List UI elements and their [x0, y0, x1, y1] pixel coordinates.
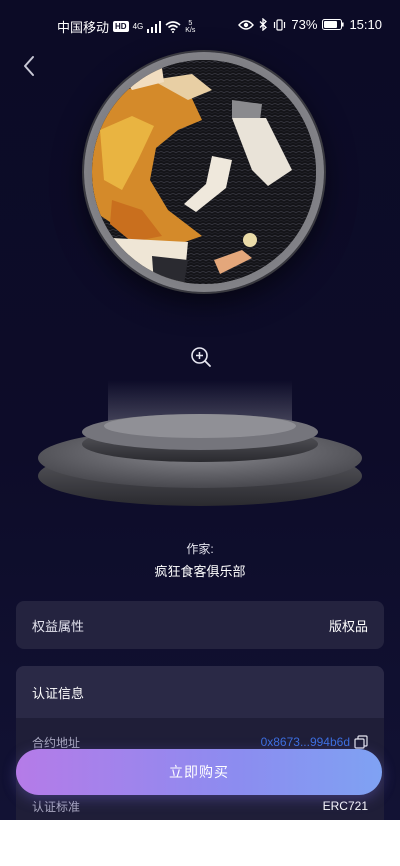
status-bar: 中国移动 HD 4G 5 K/s 73% 15:10	[0, 0, 400, 50]
net-speed-unit: K/s	[185, 26, 196, 34]
rights-attribute-card: 权益属性 版权品	[16, 601, 384, 649]
carrier-label: 中国移动	[57, 20, 110, 35]
pedestal-graphic	[38, 380, 362, 506]
contract-address-text: 0x8673...994b6d	[260, 735, 350, 749]
hd-badge: HD	[113, 21, 129, 32]
clock: 15:10	[349, 17, 382, 32]
artwork-image	[92, 60, 316, 284]
nft-artwork[interactable]	[92, 60, 316, 284]
battery-icon	[322, 19, 345, 30]
net-speed-value: 5	[188, 19, 193, 27]
network-type: 4G	[132, 22, 144, 31]
author-label: 作家:	[186, 542, 214, 556]
certification-card: 认证信息 合约地址 0x8673...994b6d 认证标准 ERC721	[16, 666, 384, 820]
signal-icon	[147, 20, 162, 33]
author-name[interactable]: 疯狂食客俱乐部	[0, 561, 400, 580]
rights-label: 权益属性	[32, 618, 85, 634]
display-pedestal	[36, 380, 364, 510]
back-button[interactable]	[18, 52, 42, 80]
status-right: 73% 15:10	[238, 17, 382, 32]
vibrate-icon	[274, 18, 286, 31]
zoom-in-icon	[191, 347, 211, 367]
zoom-button[interactable]	[189, 345, 213, 369]
contract-address-label: 合约地址	[32, 735, 81, 750]
wifi-icon	[165, 20, 181, 33]
status-left: 中国移动 HD 4G 5 K/s	[57, 17, 195, 36]
nft-artwork-frame	[84, 52, 324, 292]
rights-value: 版权品	[328, 618, 368, 634]
contract-address-value[interactable]: 0x8673...994b6d	[261, 735, 368, 749]
standard-value: ERC721	[322, 799, 368, 813]
copy-icon[interactable]	[354, 735, 368, 749]
nft-detail-screen: 中国移动 HD 4G 5 K/s 73% 15:10 作家: 疯狂食客俱乐部 权…	[0, 0, 400, 820]
author-section: 作家: 疯狂食客俱乐部	[0, 540, 400, 580]
battery-percent: 73%	[291, 17, 318, 32]
bluetooth-icon	[259, 18, 268, 31]
certification-title: 认证信息	[16, 666, 384, 718]
buy-now-button[interactable]: 立即购买	[16, 749, 382, 795]
net-speed: 5 K/s	[185, 20, 195, 34]
eye-icon	[238, 19, 255, 30]
chevron-left-icon	[24, 56, 34, 76]
standard-label: 认证标准	[32, 799, 81, 814]
